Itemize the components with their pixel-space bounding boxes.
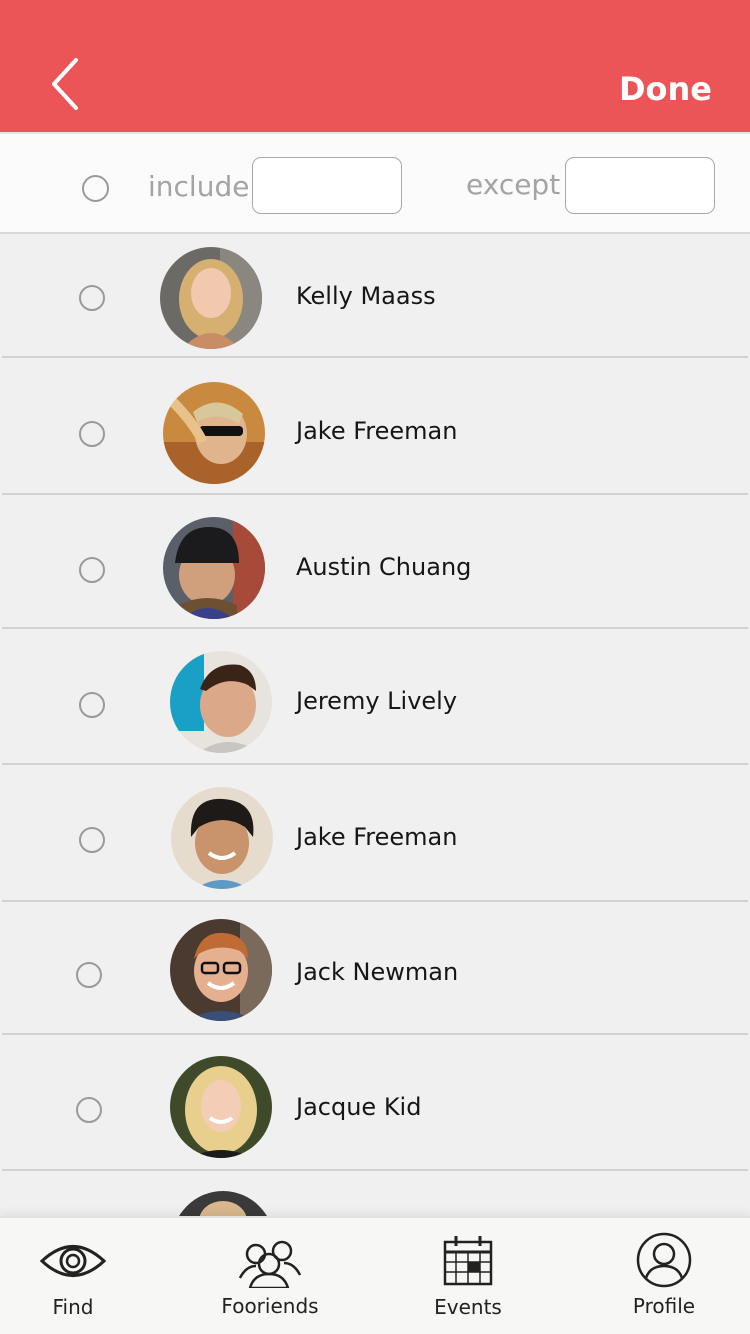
back-button[interactable] bbox=[40, 54, 90, 114]
except-label: except bbox=[466, 168, 561, 201]
calendar-icon bbox=[443, 1236, 493, 1286]
avatar bbox=[172, 1191, 274, 1216]
filter-radio[interactable] bbox=[82, 175, 109, 202]
tab-label: Profile bbox=[632, 1294, 696, 1318]
include-input[interactable] bbox=[252, 157, 402, 214]
select-radio[interactable] bbox=[79, 557, 105, 583]
tab-events[interactable]: Events bbox=[418, 1218, 518, 1334]
list-item[interactable]: Jack Newman bbox=[0, 902, 750, 1035]
tab-label: Find bbox=[52, 1295, 94, 1319]
avatar bbox=[163, 517, 265, 619]
avatar bbox=[170, 919, 272, 1021]
chevron-left-icon bbox=[52, 58, 78, 110]
list-item[interactable]: Jake Freeman bbox=[0, 765, 750, 902]
include-label: include bbox=[148, 170, 250, 203]
select-radio[interactable] bbox=[76, 962, 102, 988]
avatar bbox=[171, 787, 273, 889]
done-button[interactable]: Done bbox=[619, 70, 712, 108]
select-radio[interactable] bbox=[79, 827, 105, 853]
contact-name: Austin Chuang bbox=[296, 553, 472, 581]
tab-bar: Find Fooriends Events Profile bbox=[0, 1216, 750, 1334]
select-radio[interactable] bbox=[76, 1097, 102, 1123]
tab-fooriends[interactable]: Fooriends bbox=[210, 1218, 330, 1334]
avatar bbox=[163, 382, 265, 484]
list-item[interactable] bbox=[0, 1171, 750, 1216]
avatar bbox=[160, 247, 262, 349]
avatar bbox=[170, 1056, 272, 1158]
contact-name: Jacque Kid bbox=[296, 1093, 422, 1121]
tab-profile[interactable]: Profile bbox=[614, 1218, 714, 1334]
profile-icon bbox=[636, 1232, 692, 1288]
list-item[interactable]: Jeremy Lively bbox=[0, 629, 750, 765]
contact-name: Jeremy Lively bbox=[296, 687, 458, 715]
contact-name: Kelly Maass bbox=[296, 282, 436, 310]
select-radio[interactable] bbox=[79, 421, 105, 447]
tab-label: Events bbox=[434, 1295, 502, 1319]
avatar bbox=[170, 651, 272, 753]
eye-icon bbox=[39, 1245, 107, 1277]
contact-list: Kelly Maass Jake Freeman Austin Chuang J… bbox=[0, 234, 750, 1216]
select-radio[interactable] bbox=[79, 285, 105, 311]
list-item[interactable]: Jake Freeman bbox=[0, 358, 750, 495]
group-icon bbox=[238, 1240, 302, 1288]
except-input[interactable] bbox=[565, 157, 715, 214]
contact-name: Jack Newman bbox=[296, 958, 459, 986]
list-item[interactable]: Kelly Maass bbox=[0, 234, 750, 358]
contact-name: Jake Freeman bbox=[296, 417, 458, 445]
select-radio[interactable] bbox=[79, 692, 105, 718]
filter-bar: include except bbox=[0, 132, 750, 234]
contact-name: Jake Freeman bbox=[296, 823, 458, 851]
tab-find[interactable]: Find bbox=[18, 1218, 128, 1334]
list-item[interactable]: Austin Chuang bbox=[0, 495, 750, 629]
app-header: Done bbox=[0, 0, 750, 132]
tab-label: Fooriends bbox=[221, 1294, 319, 1318]
list-item[interactable]: Jacque Kid bbox=[0, 1035, 750, 1171]
